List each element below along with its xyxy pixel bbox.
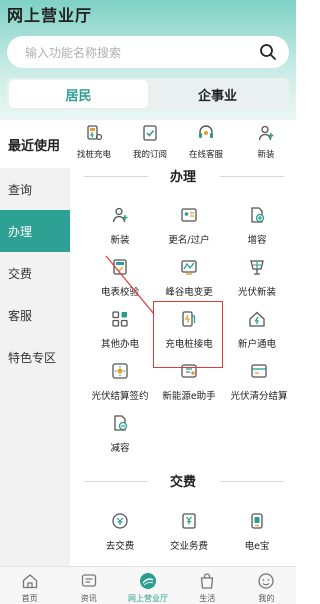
handle-item-label: 新能源e助手 [162, 391, 216, 402]
payment-item-label: 去交费 [105, 541, 135, 552]
customer-type-tabs: 居民 企事业 [7, 78, 289, 110]
content-panel: 找桩充电 我的订阅 在线客服 新装 办理 新装 更名/过户 增容 电表校验 峰谷… [70, 120, 296, 566]
recent-item-find-charger[interactable]: 找桩充电 [72, 124, 116, 160]
search-bar[interactable]: 输入功能名称搜索 [7, 36, 289, 68]
handle-item-label: 新户通电 [237, 339, 276, 350]
solar-clearing-icon [251, 364, 267, 378]
payment-item-dianebao[interactable]: 电e宝 [237, 512, 277, 552]
profile-icon [258, 573, 275, 589]
search-icon[interactable] [259, 43, 277, 61]
news-icon [81, 574, 96, 587]
handle-item-new-install[interactable]: 新装 [100, 206, 140, 246]
sidebar-item-service[interactable]: 客服 [0, 294, 70, 336]
handle-item-new-energy-assistant[interactable]: 新能源e助手 [155, 362, 223, 402]
handle-item-solar-settlement[interactable]: 光伏结算签约 [84, 362, 156, 402]
payment-item-pay[interactable]: 去交费 [96, 512, 144, 552]
tab-mine[interactable]: 我的 [237, 567, 296, 604]
solar-settlement-icon [112, 363, 128, 379]
recent-item-label: 在线客服 [188, 150, 223, 160]
tab-home[interactable]: 首页 [0, 567, 59, 604]
capacity-reduce-icon [114, 415, 128, 431]
tab-label: 生活 [199, 594, 216, 603]
wallet-icon [251, 513, 263, 529]
life-bag-icon [200, 573, 214, 589]
tab-resident[interactable]: 居民 [9, 80, 148, 108]
subscription-icon [143, 125, 157, 141]
sidebar-item-query[interactable]: 查询 [0, 168, 70, 210]
tab-label: 资讯 [80, 594, 97, 603]
handle-item-other-service[interactable]: 其他办电 [96, 310, 144, 350]
sidebar-item-recent[interactable]: 最近使用 [0, 120, 70, 168]
tab-enterprise[interactable]: 企事业 [148, 80, 287, 108]
tab-label: 首页 [21, 594, 38, 603]
annotation-line [105, 255, 155, 315]
sidebar-item-special[interactable]: 特色专区 [0, 336, 70, 378]
handle-item-label: 减容 [110, 443, 130, 454]
handle-item-capacity-reduce[interactable]: 减容 [100, 414, 140, 454]
recent-item-subscription[interactable]: 我的订阅 [128, 124, 172, 160]
handle-item-label: 光伏新装 [237, 287, 276, 298]
tab-news[interactable]: 资讯 [59, 567, 118, 604]
header: 网上营业厅 输入功能名称搜索 居民 企事业 [0, 0, 296, 120]
payment-item-business-fee[interactable]: 交业务费 [163, 512, 215, 552]
bottom-tab-bar: 首页 资讯 网上营业厅 生活 我的 [0, 566, 296, 604]
capacity-increase-icon [251, 207, 265, 223]
house-power-icon [249, 311, 265, 327]
app-title: 网上营业厅 [7, 6, 93, 25]
tab-label: 网上营业厅 [128, 594, 168, 603]
tab-label: 我的 [258, 594, 275, 603]
pay-icon [112, 513, 128, 529]
handle-item-solar-install[interactable]: 光伏新装 [233, 258, 281, 298]
payment-item-label: 交业务费 [169, 541, 208, 552]
recent-item-label: 我的订阅 [132, 150, 167, 160]
handle-item-label: 光伏清分结算 [230, 391, 288, 402]
sidebar-item-handle[interactable]: 办理 [0, 210, 70, 252]
sidebar-item-payment[interactable]: 交费 [0, 252, 70, 294]
payment-item-label: 电e宝 [244, 541, 270, 552]
home-icon [22, 574, 37, 589]
handle-item-label: 其他办电 [100, 339, 139, 350]
sidebar: 最近使用 查询 办理 交费 客服 特色专区 [0, 120, 70, 566]
service-hall-icon [140, 573, 156, 589]
highlight-box [153, 301, 223, 368]
charging-pile-search-icon [87, 125, 103, 141]
recent-item-label: 新装 [257, 150, 275, 160]
handle-item-label: 峰谷电变更 [165, 287, 213, 298]
solar-panel-icon [250, 260, 264, 275]
user-add-icon [258, 125, 274, 141]
handle-item-peak-valley[interactable]: 峰谷电变更 [159, 258, 219, 298]
handle-item-label: 新装 [110, 235, 130, 246]
peak-valley-icon [181, 260, 197, 275]
business-fee-icon [182, 513, 196, 529]
section-title-handle: 办理 [169, 170, 196, 185]
user-add-icon [112, 207, 128, 223]
recent-item-label: 找桩充电 [76, 150, 111, 160]
handle-item-rename-transfer[interactable]: 更名/过户 [161, 206, 217, 246]
recent-item-online-service[interactable]: 在线客服 [184, 124, 228, 160]
tab-life[interactable]: 生活 [178, 567, 237, 604]
section-title-payment: 交费 [169, 475, 196, 490]
rename-transfer-icon [181, 208, 197, 222]
handle-item-new-household-power[interactable]: 新户通电 [233, 310, 281, 350]
headset-icon [199, 125, 213, 138]
handle-item-label: 光伏结算签约 [91, 391, 149, 402]
handle-item-label: 增容 [247, 235, 267, 246]
handle-item-label: 更名/过户 [168, 235, 210, 246]
search-input[interactable]: 输入功能名称搜索 [25, 44, 259, 61]
handle-item-solar-clearing[interactable]: 光伏清分结算 [223, 362, 295, 402]
tab-service-hall[interactable]: 网上营业厅 [118, 567, 177, 604]
handle-item-capacity-increase[interactable]: 增容 [237, 206, 277, 246]
recent-item-new-install[interactable]: 新装 [244, 124, 288, 160]
